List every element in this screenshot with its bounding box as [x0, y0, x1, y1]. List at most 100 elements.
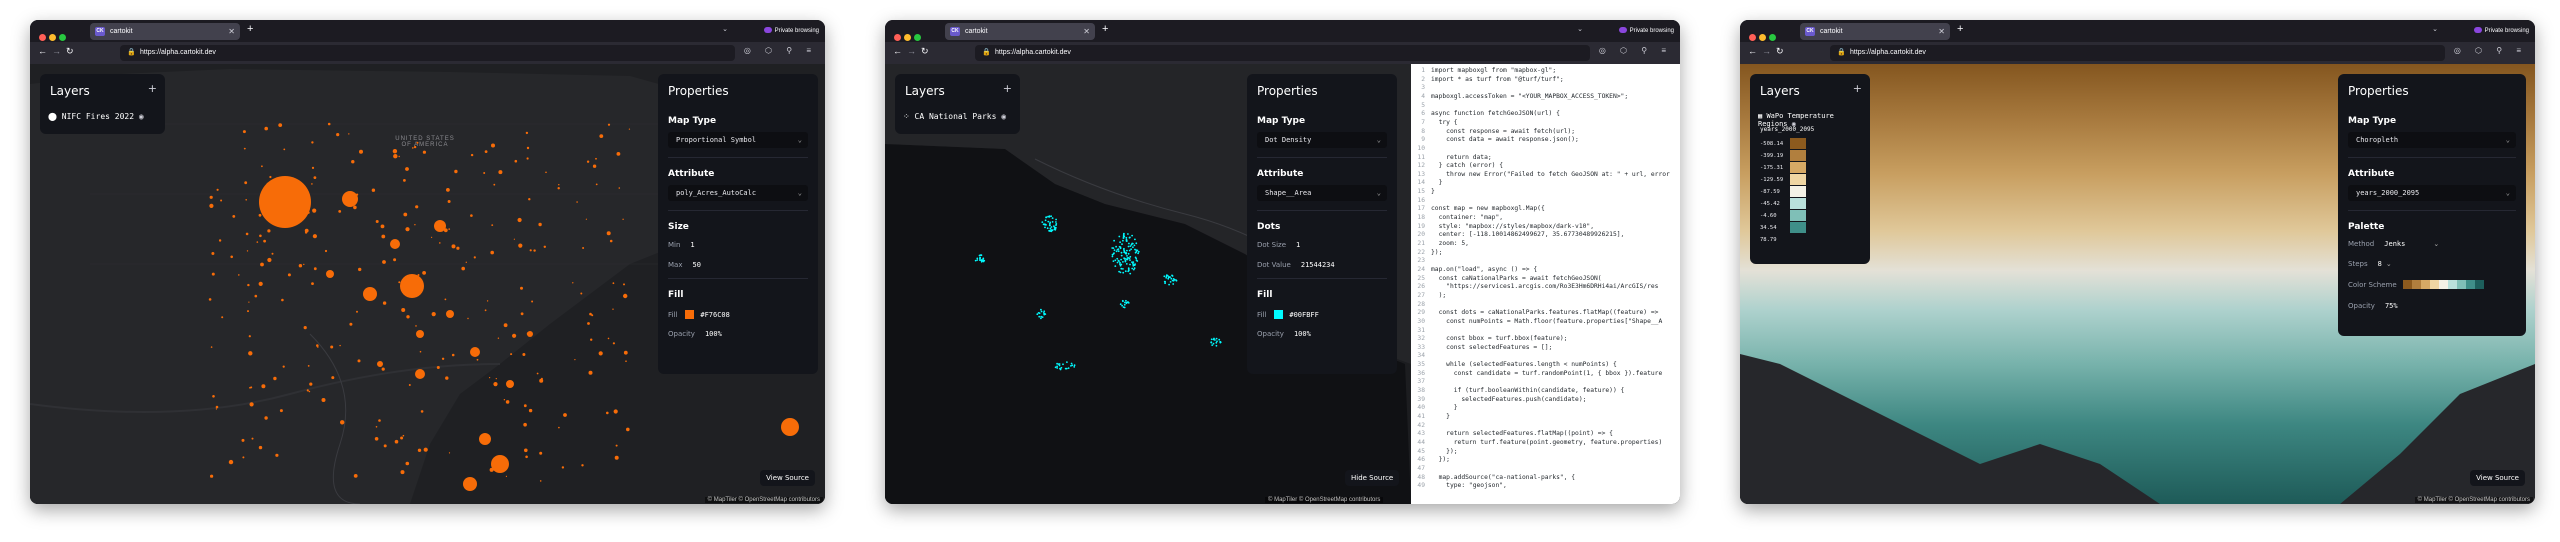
attribute-label: Attribute: [1257, 169, 1304, 179]
back-icon[interactable]: ←: [1748, 46, 1757, 56]
browser-tab[interactable]: CK cartokit ✕: [945, 23, 1095, 40]
back-icon[interactable]: ←: [38, 46, 47, 56]
map-canvas[interactable]: Layers + ⁘ CA National Parks ◉ Propertie…: [885, 64, 1680, 504]
fire-symbol: [400, 436, 404, 440]
toolbar-icons[interactable]: ◎ ⬡ ⚲ ≡: [1599, 46, 1672, 55]
forward-icon[interactable]: →: [52, 46, 61, 56]
fire-symbol: [218, 239, 222, 242]
min-input[interactable]: 1: [690, 241, 694, 249]
park-dot: [976, 257, 979, 260]
close-tab-icon[interactable]: ✕: [1083, 23, 1090, 40]
park-dot: [976, 259, 979, 261]
fire-symbol: [392, 149, 398, 154]
method-select[interactable]: Jenks: [2384, 240, 2405, 248]
map-type-select[interactable]: Choropleth ⌄: [2348, 132, 2516, 148]
opacity-input[interactable]: 100%: [1294, 330, 1311, 338]
minimize-dot[interactable]: [904, 34, 911, 41]
map-attribution[interactable]: © MapTiler © OpenStreetMap contributors: [2414, 497, 2533, 503]
park-dot: [1070, 365, 1072, 367]
chevron-down-icon[interactable]: ⌄: [1577, 25, 1583, 33]
legend-break: -508.14: [1760, 141, 1784, 147]
fire-symbol: [456, 246, 460, 250]
add-layer-icon[interactable]: +: [1853, 82, 1862, 95]
new-tab-icon[interactable]: +: [1957, 23, 1963, 35]
toolbar-icons[interactable]: ◎ ⬡ ⚲ ≡: [744, 46, 817, 55]
close-tab-icon[interactable]: ✕: [228, 23, 235, 40]
opacity-input[interactable]: 100%: [705, 330, 722, 338]
fire-symbol: [623, 293, 628, 299]
reload-icon[interactable]: ↻: [1776, 46, 1784, 57]
layer-item[interactable]: ⁘ CA National Parks ◉: [903, 112, 1014, 121]
source-code-panel[interactable]: 1 import mapboxgl from "mapbox-gl"; 2 impor…: [1411, 64, 1680, 504]
dot-density-icon: ⁘: [903, 112, 910, 121]
attribute-select[interactable]: poly_Acres_AutoCalc ⌄: [668, 185, 808, 201]
color-scheme-ramp[interactable]: [2402, 280, 2484, 291]
add-layer-icon[interactable]: +: [1003, 82, 1012, 95]
min-label: Min: [668, 241, 681, 249]
eye-icon[interactable]: ◉: [1001, 112, 1006, 121]
hide-source-button[interactable]: Hide Source: [1345, 470, 1400, 486]
browser-tab[interactable]: CK cartokit ✕: [90, 23, 240, 40]
browser-tab[interactable]: CK cartokit ✕: [1800, 23, 1950, 40]
close-dot[interactable]: [1749, 34, 1756, 41]
map-type-select[interactable]: Dot Density ⌄: [1257, 132, 1387, 148]
map-canvas[interactable]: Layers + ▦ WaPo Temperature Regions ◉ ye…: [1740, 64, 2535, 504]
fire-symbol: [523, 422, 527, 427]
close-tab-icon[interactable]: ✕: [1938, 23, 1945, 40]
chevron-down-icon: ⌄: [1376, 189, 1381, 197]
fire-symbol: [408, 384, 411, 386]
address-bar[interactable]: 🔒 https://alpha.cartokit.dev: [975, 45, 1590, 61]
minimize-dot[interactable]: [1759, 34, 1766, 41]
close-dot[interactable]: [894, 34, 901, 41]
toolbar-icons[interactable]: ◎ ⬡ ⚲ ≡: [2454, 46, 2527, 55]
attribute-select[interactable]: Shape__Area ⌄: [1257, 185, 1387, 201]
chevron-down-icon[interactable]: ⌄: [2432, 25, 2438, 33]
dot-value-input[interactable]: 21544234: [1301, 261, 1335, 269]
chevron-down-icon[interactable]: ⌄: [722, 25, 728, 33]
park-dot: [1125, 240, 1128, 243]
new-tab-icon[interactable]: +: [247, 23, 253, 35]
add-layer-icon[interactable]: +: [148, 82, 157, 95]
size-label: Size: [668, 222, 689, 232]
fill-swatch[interactable]: [685, 310, 695, 319]
fill-hex[interactable]: #F76C08: [700, 311, 730, 319]
map-type-label: Map Type: [2348, 116, 2397, 126]
park-dot: [1175, 279, 1177, 281]
fire-symbol: [588, 370, 593, 375]
opacity-input[interactable]: 75%: [2385, 302, 2398, 310]
close-dot[interactable]: [39, 34, 46, 41]
fire-symbol: [307, 211, 310, 214]
fill-hex[interactable]: #00FBFF: [1289, 311, 1319, 319]
forward-icon[interactable]: →: [907, 46, 916, 56]
new-tab-icon[interactable]: +: [1102, 23, 1108, 35]
max-input[interactable]: 50: [692, 261, 700, 269]
zoom-dot[interactable]: [59, 34, 66, 41]
view-source-button[interactable]: View Source: [2470, 470, 2525, 486]
line-number: 25: [1417, 274, 1425, 282]
map-attribution[interactable]: © MapTiler © OpenStreetMap contributors: [1265, 497, 1384, 503]
address-bar[interactable]: 🔒 https://alpha.cartokit.dev: [1830, 45, 2445, 61]
forward-icon[interactable]: →: [1762, 46, 1771, 56]
steps-select[interactable]: 8: [2378, 260, 2382, 268]
map-type-select[interactable]: Proportional Symbol ⌄: [668, 132, 808, 148]
map-attribution[interactable]: © MapTiler © OpenStreetMap contributors: [704, 497, 823, 503]
eye-icon[interactable]: ◉: [139, 112, 144, 121]
address-bar[interactable]: 🔒 https://alpha.cartokit.dev: [120, 45, 735, 61]
fire-symbol: [282, 365, 285, 368]
fill-swatch[interactable]: [1274, 310, 1284, 319]
line-number: 44: [1417, 438, 1425, 446]
layer-item[interactable]: ⬤ NIFC Fires 2022 ◉: [48, 112, 159, 121]
attribute-select[interactable]: years_2000_2095 ⌄: [2348, 185, 2516, 201]
back-icon[interactable]: ←: [893, 46, 902, 56]
dot-size-input[interactable]: 1: [1296, 241, 1300, 249]
reload-icon[interactable]: ↻: [921, 46, 929, 57]
view-source-button[interactable]: View Source: [760, 470, 815, 486]
fire-symbol: [585, 218, 588, 220]
map-canvas[interactable]: UNITED STATES OF AMERICA Layers + ⬤ NIFC…: [30, 64, 825, 504]
code-line: const caNationalParks = await fetchGeoJS…: [1431, 274, 1602, 282]
fire-symbol: [215, 408, 217, 410]
reload-icon[interactable]: ↻: [66, 46, 74, 57]
zoom-dot[interactable]: [1769, 34, 1776, 41]
zoom-dot[interactable]: [914, 34, 921, 41]
minimize-dot[interactable]: [49, 34, 56, 41]
